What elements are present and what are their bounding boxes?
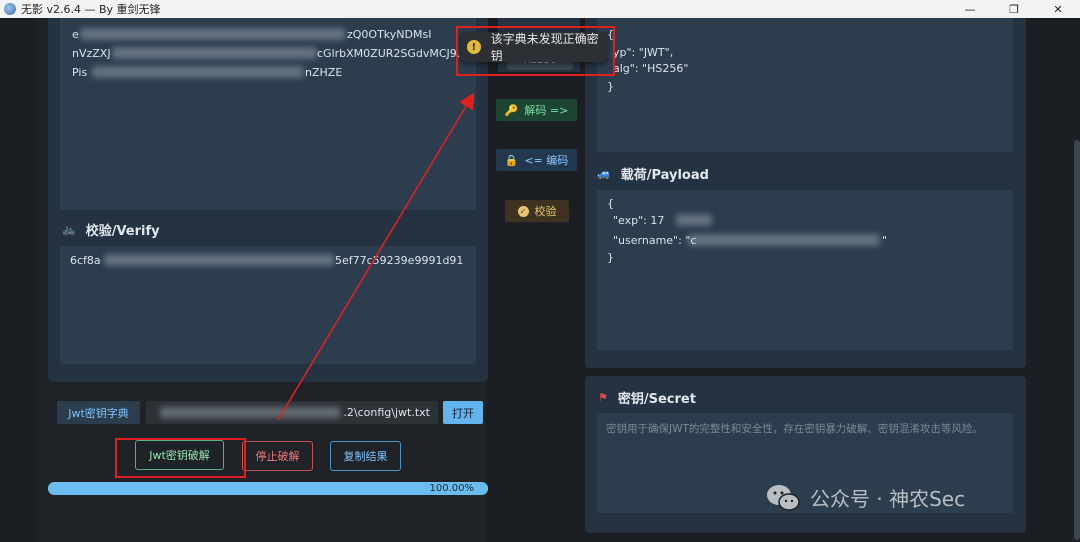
watermark-text: 公众号 · 神农Sec: [810, 487, 966, 511]
watermark: 公众号 · 神农Sec: [766, 483, 965, 512]
annotation-arrow: [277, 92, 475, 421]
wechat-icon: [767, 484, 800, 511]
